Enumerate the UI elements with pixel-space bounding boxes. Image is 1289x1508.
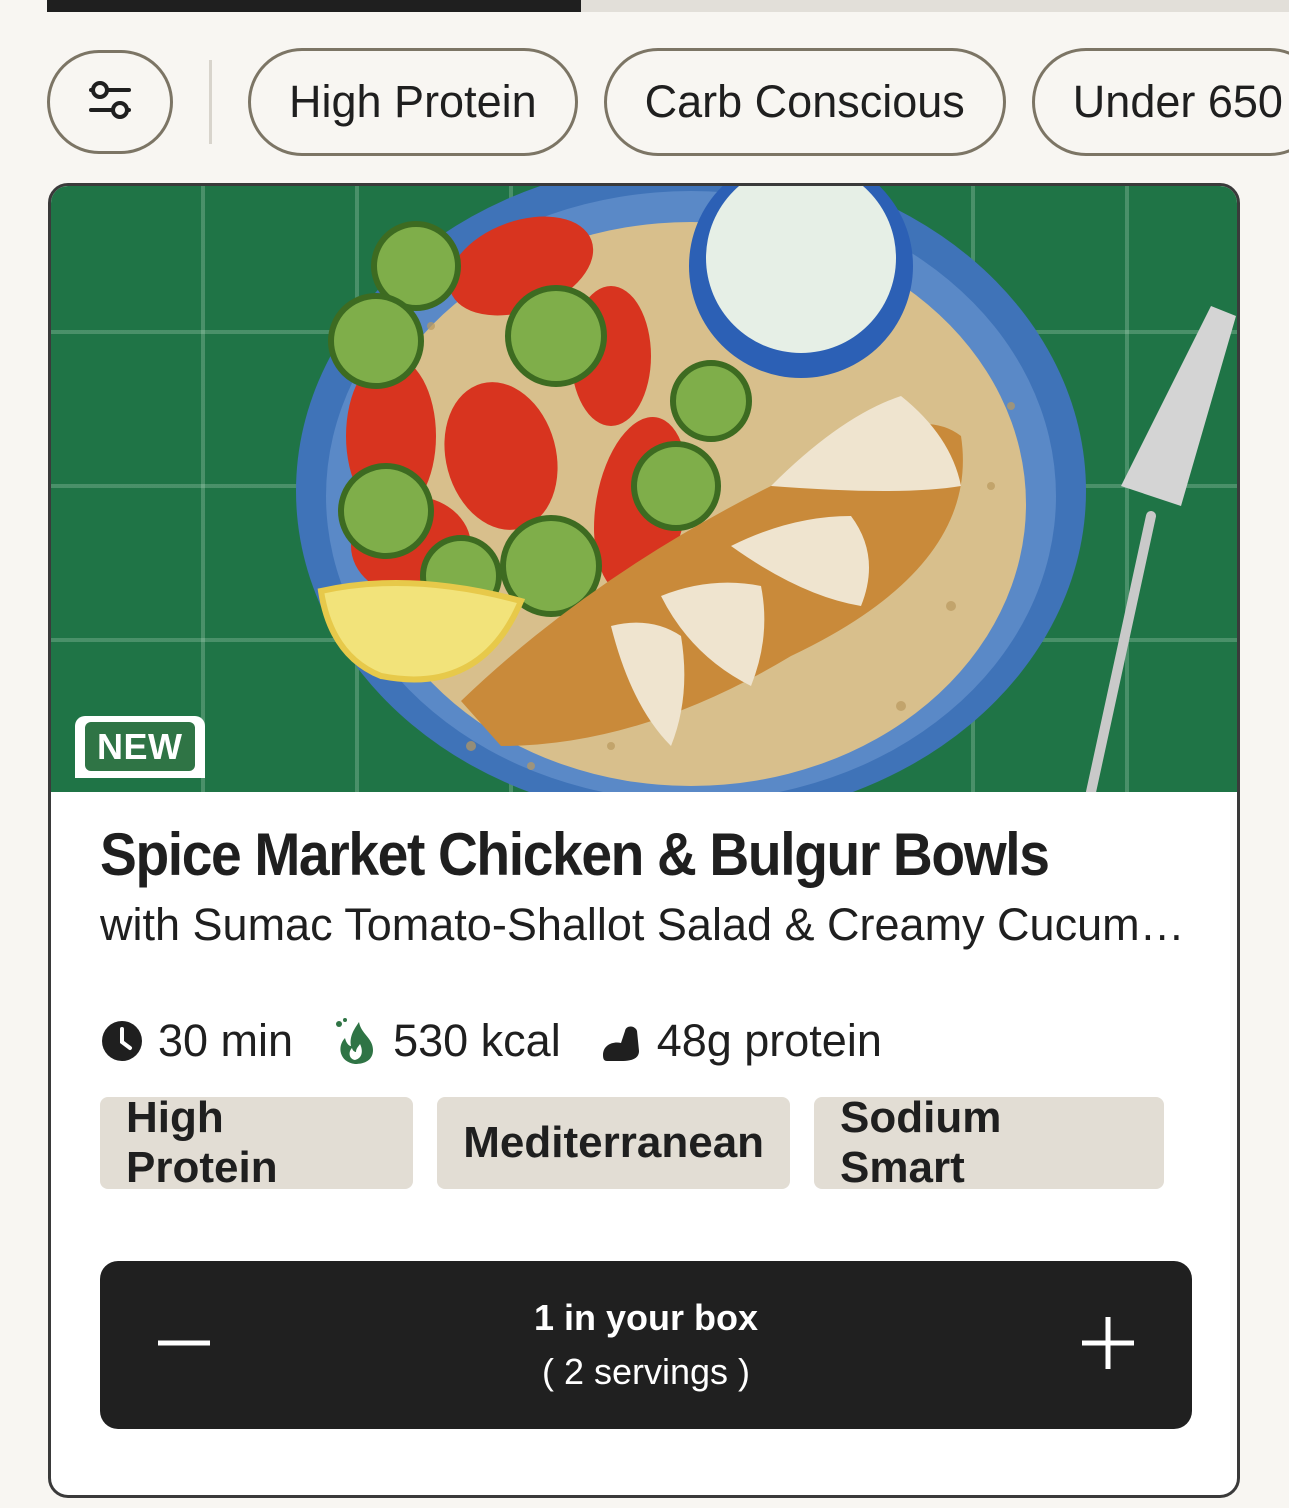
chip-divider — [209, 60, 212, 144]
recipe-stats: 30 min 530 kcal 48g protein — [100, 1011, 1188, 1071]
new-badge: NEW — [85, 722, 195, 771]
plus-button[interactable] — [1080, 1315, 1136, 1376]
filter-chip-row: High Protein Carb Conscious Under 650 — [47, 48, 1289, 156]
stat-time: 30 min — [100, 1015, 293, 1067]
stat-calories-value: 530 kcal — [393, 1015, 561, 1066]
new-badge-container: NEW — [75, 716, 205, 778]
minus-button[interactable] — [156, 1315, 212, 1376]
progress-bar — [47, 0, 1289, 12]
plus-icon — [1080, 1315, 1136, 1376]
filter-chip-under-650[interactable]: Under 650 — [1031, 48, 1289, 156]
box-servings-text: ( 2 servings ) — [541, 1351, 751, 1392]
recipe-title[interactable]: Spice Market Chicken & Bulgur Bowls — [100, 820, 1119, 889]
sliders-icon — [87, 78, 133, 127]
stat-calories: 530 kcal — [331, 1015, 561, 1067]
tag-high-protein: High Protein — [100, 1093, 414, 1192]
filter-settings-button[interactable] — [47, 50, 173, 154]
stat-time-value: 30 min — [158, 1015, 294, 1066]
minus-icon — [156, 1315, 212, 1376]
flexed-arm-icon — [599, 1019, 643, 1063]
clock-icon — [100, 1019, 144, 1063]
box-quantity-text: 1 in your box — [533, 1297, 759, 1338]
card-body: Spice Market Chicken & Bulgur Bowls with… — [51, 792, 1237, 1429]
stat-protein: 48g protein — [599, 1015, 882, 1067]
recipe-photo-illustration — [296, 186, 1236, 792]
tag-sodium-smart: Sodium Smart — [814, 1093, 1164, 1192]
recipe-tags: High Protein Mediterranean Sodium Smart — [100, 1093, 1188, 1192]
box-quantity-label: 1 in your box ( 2 servings ) — [534, 1297, 758, 1393]
flame-icon — [331, 1016, 379, 1066]
stat-protein-value: 48g protein — [656, 1015, 882, 1066]
progress-fill — [47, 0, 582, 12]
recipe-card[interactable]: NEW Spice Market Chicken & Bulgur Bowls … — [48, 183, 1240, 1498]
box-quantity-control: 1 in your box ( 2 servings ) — [100, 1261, 1192, 1429]
tag-mediterranean: Mediterranean — [437, 1097, 791, 1189]
filter-chip-high-protein[interactable]: High Protein — [248, 48, 578, 156]
filter-chip-carb-conscious[interactable]: Carb Conscious — [603, 48, 1006, 156]
recipe-subtitle: with Sumac Tomato-Shallot Salad & Creamy… — [100, 899, 1190, 950]
recipe-image[interactable]: NEW — [51, 186, 1237, 792]
